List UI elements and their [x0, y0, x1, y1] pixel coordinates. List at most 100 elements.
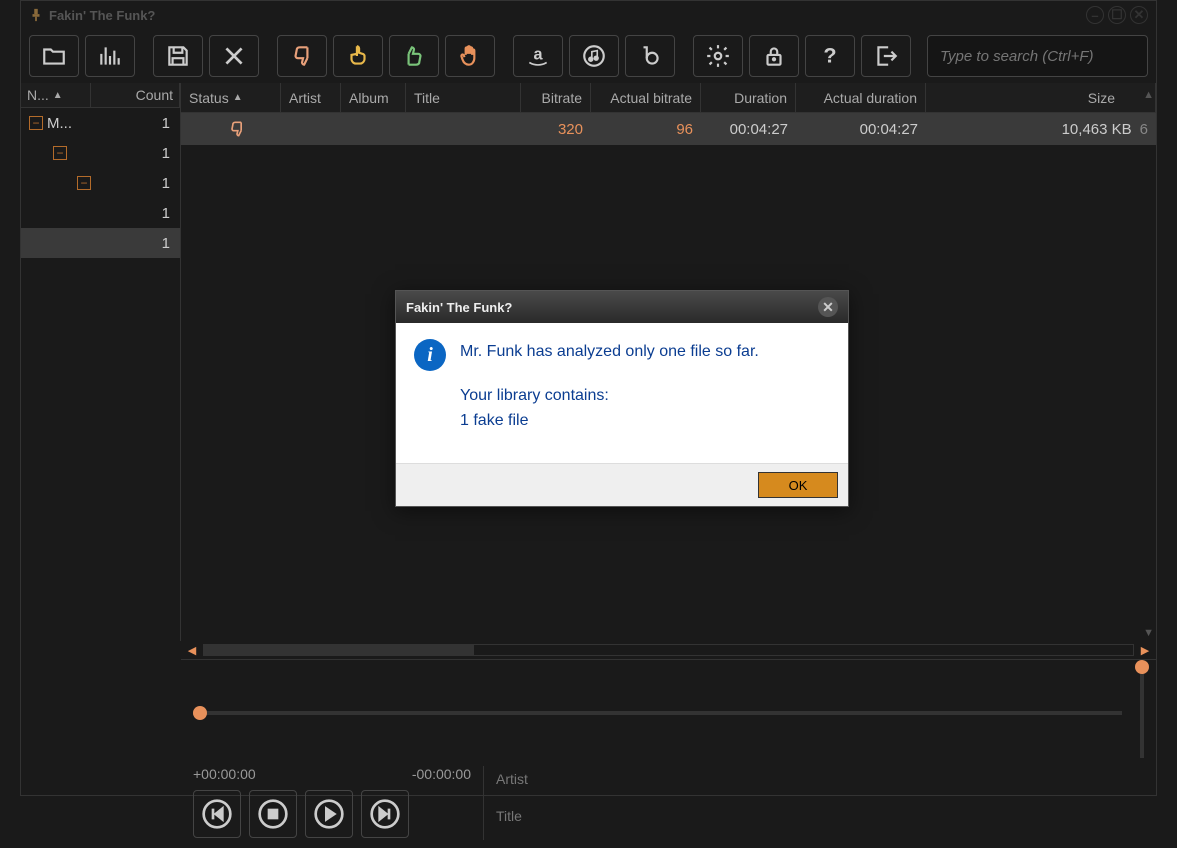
- amazon-button[interactable]: a: [513, 35, 563, 77]
- dialog-titlebar[interactable]: Fakin' The Funk? ✕: [396, 291, 848, 323]
- thumbs-down-icon: [289, 43, 315, 69]
- collapse-icon[interactable]: −: [77, 176, 91, 190]
- scroll-up-icon[interactable]: ▲: [1143, 89, 1154, 101]
- col-actual-bitrate[interactable]: Actual bitrate: [591, 83, 701, 112]
- scroll-thumb[interactable]: [204, 645, 474, 655]
- grid-header: Status▲ Artist Album Title Bitrate Actua…: [181, 83, 1156, 113]
- beatport-button[interactable]: [625, 35, 675, 77]
- title-bar: Fakin' The Funk? – ☐ ✕: [21, 1, 1156, 29]
- delete-button[interactable]: [209, 35, 259, 77]
- seek-handle[interactable]: [193, 706, 207, 720]
- col-status[interactable]: Status▲: [181, 83, 281, 112]
- sidebar-col-count[interactable]: Count: [91, 83, 180, 107]
- scroll-down-icon[interactable]: ▼: [1143, 627, 1154, 639]
- open-folder-button[interactable]: [29, 35, 79, 77]
- sidebar-row[interactable]: −1: [21, 138, 180, 168]
- folder-icon: [41, 43, 67, 69]
- analyze-button[interactable]: [85, 35, 135, 77]
- play-button[interactable]: [305, 790, 353, 838]
- thumbs-down-icon: [227, 119, 247, 139]
- minimize-button[interactable]: –: [1086, 6, 1104, 24]
- sort-asc-icon: ▲: [53, 90, 63, 101]
- settings-button[interactable]: [693, 35, 743, 77]
- spectrum-icon: [97, 43, 123, 69]
- info-dialog: Fakin' The Funk? ✕ i Mr. Funk has analyz…: [395, 290, 849, 507]
- col-album[interactable]: Album: [341, 83, 406, 112]
- time-elapsed: +00:00:00: [193, 766, 256, 782]
- question-icon: ?: [817, 43, 843, 69]
- svg-text:?: ?: [823, 43, 836, 68]
- x-icon: [221, 43, 247, 69]
- exit-icon: [873, 43, 899, 69]
- exit-button[interactable]: [861, 35, 911, 77]
- mark-fake-button[interactable]: [277, 35, 327, 77]
- stop-icon: [257, 798, 289, 830]
- sidebar-header: N...▲ Count: [21, 83, 180, 108]
- col-bitrate[interactable]: Bitrate: [521, 83, 591, 112]
- mark-attention-button[interactable]: [333, 35, 383, 77]
- search-input[interactable]: [927, 35, 1148, 77]
- stop-button[interactable]: [249, 790, 297, 838]
- sidebar-row[interactable]: 1: [21, 198, 180, 228]
- cell-size: 10,463 KB6: [926, 113, 1156, 145]
- cell-actual-bitrate: 96: [591, 113, 701, 145]
- scroll-left-icon[interactable]: ◀: [185, 643, 199, 657]
- toolbar: a ?: [21, 29, 1156, 83]
- sidebar-row[interactable]: 1: [21, 228, 180, 258]
- mark-real-button[interactable]: [389, 35, 439, 77]
- lock-button[interactable]: [749, 35, 799, 77]
- time-remaining: -00:00:00: [412, 766, 471, 782]
- cell-artist: [281, 113, 341, 145]
- now-playing-meta: Artist Title: [483, 766, 1144, 840]
- collapse-icon[interactable]: −: [53, 146, 67, 160]
- cell-actual-duration: 00:04:27: [796, 113, 926, 145]
- skip-prev-icon: [201, 798, 233, 830]
- app-title: Fakin' The Funk?: [49, 8, 155, 23]
- scroll-track[interactable]: [203, 644, 1134, 656]
- ok-button[interactable]: OK: [758, 472, 838, 498]
- itunes-icon: [581, 43, 607, 69]
- cell-duration: 00:04:27: [701, 113, 796, 145]
- seek-slider[interactable]: [193, 711, 1122, 715]
- play-icon: [313, 798, 345, 830]
- floppy-icon: [165, 43, 191, 69]
- thumbs-up-icon: [401, 43, 427, 69]
- h-scrollbar[interactable]: ◀ ▶: [181, 641, 1156, 659]
- point-up-icon: [345, 43, 371, 69]
- volume-handle[interactable]: [1135, 660, 1149, 674]
- lock-icon: [761, 43, 787, 69]
- dialog-close-button[interactable]: ✕: [818, 297, 838, 317]
- close-button[interactable]: ✕: [1130, 6, 1148, 24]
- search-box: [927, 35, 1148, 77]
- sidebar-row[interactable]: −1: [21, 168, 180, 198]
- collapse-icon[interactable]: −: [29, 116, 43, 130]
- amazon-icon: a: [525, 43, 551, 69]
- sidebar-rows: −M...1 −1 −1 1 1: [21, 108, 180, 641]
- col-artist[interactable]: Artist: [281, 83, 341, 112]
- cell-status: [181, 113, 281, 145]
- col-duration[interactable]: Duration: [701, 83, 796, 112]
- dialog-message: Mr. Funk has analyzed only one file so f…: [460, 339, 759, 441]
- sidebar-row[interactable]: −M...1: [21, 108, 180, 138]
- volume-slider[interactable]: [1140, 664, 1144, 758]
- skip-next-icon: [369, 798, 401, 830]
- cell-title: [406, 113, 521, 145]
- app-logo-icon: [29, 8, 43, 22]
- save-button[interactable]: [153, 35, 203, 77]
- maximize-button[interactable]: ☐: [1108, 6, 1126, 24]
- next-button[interactable]: [361, 790, 409, 838]
- grid-row[interactable]: 320 96 00:04:27 00:04:27 10,463 KB6: [181, 113, 1156, 145]
- meta-title-label: Title: [496, 808, 556, 824]
- col-size[interactable]: Size: [926, 83, 1156, 112]
- itunes-button[interactable]: [569, 35, 619, 77]
- col-actual-duration[interactable]: Actual duration: [796, 83, 926, 112]
- beatport-icon: [637, 43, 663, 69]
- info-icon: i: [414, 339, 446, 371]
- col-title[interactable]: Title: [406, 83, 521, 112]
- mark-stop-button[interactable]: [445, 35, 495, 77]
- help-button[interactable]: ?: [805, 35, 855, 77]
- prev-button[interactable]: [193, 790, 241, 838]
- sidebar-col-name[interactable]: N...▲: [21, 83, 91, 107]
- scroll-right-icon[interactable]: ▶: [1138, 643, 1152, 657]
- sidebar: N...▲ Count −M...1 −1 −1 1 1: [21, 83, 181, 641]
